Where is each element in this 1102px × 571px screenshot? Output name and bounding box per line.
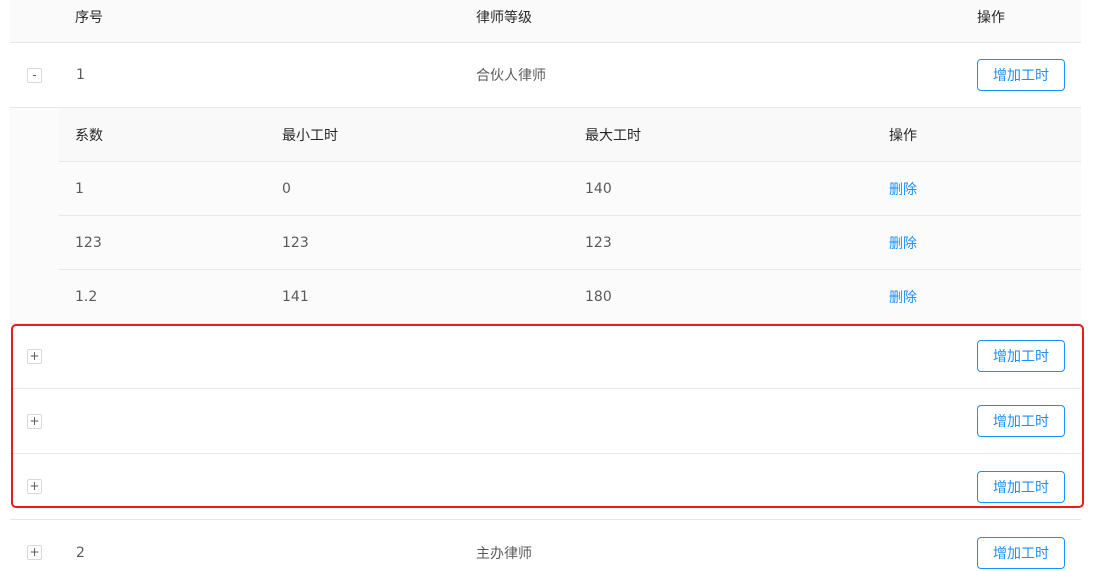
min-hours-value: 123 <box>282 234 309 251</box>
sub-header-action: 操作 <box>889 127 917 144</box>
header-index: 序号 <box>75 10 103 26</box>
sub-header-min-hours: 最小工时 <box>282 127 338 144</box>
row-level: 合伙人律师 <box>476 68 546 84</box>
row-index: 1 <box>76 67 85 83</box>
max-hours-value: 140 <box>585 180 612 197</box>
expanded-row-content: 系数 最小工时 最大工时 操作 1 0 140 删除 123 123 123 删… <box>10 108 1081 324</box>
expand-toggle-button[interactable]: + <box>27 413 42 429</box>
table-row: + 增加工时 <box>10 454 1081 520</box>
sub-table-row: 1.2 141 180 删除 <box>59 270 1081 324</box>
min-hours-value: 0 <box>282 180 291 197</box>
sub-table-row: 1 0 140 删除 <box>59 162 1081 216</box>
add-hours-button[interactable]: 增加工时 <box>977 340 1065 372</box>
table-row: + 2 主办律师 增加工时 <box>10 520 1081 571</box>
add-hours-button[interactable]: 增加工时 <box>977 405 1065 437</box>
header-level: 律师等级 <box>476 10 532 26</box>
max-hours-value: 123 <box>585 234 612 251</box>
coefficient-value: 123 <box>75 234 102 251</box>
sub-table-row: 123 123 123 删除 <box>59 216 1081 270</box>
max-hours-value: 180 <box>585 289 612 305</box>
table-row: + 增加工时 <box>10 324 1081 389</box>
expand-toggle-button[interactable]: + <box>27 545 42 560</box>
delete-link[interactable]: 删除 <box>889 179 917 199</box>
table-row: - 1 合伙人律师 增加工时 <box>10 43 1081 108</box>
coefficient-value: 1.2 <box>75 289 98 305</box>
add-hours-button[interactable]: 增加工时 <box>977 470 1065 503</box>
coefficient-value: 1 <box>75 180 84 197</box>
collapse-toggle-button[interactable]: - <box>27 67 42 83</box>
add-hours-button[interactable]: 增加工时 <box>977 59 1065 91</box>
sub-header-max-hours: 最大工时 <box>585 127 641 144</box>
table-header: 序号 律师等级 操作 <box>10 0 1081 43</box>
min-hours-value: 141 <box>282 289 309 305</box>
row-index: 2 <box>76 544 85 561</box>
expand-toggle-button[interactable]: + <box>27 479 42 494</box>
sub-table-header: 系数 最小工时 最大工时 操作 <box>59 108 1081 162</box>
table-row: + 增加工时 <box>10 389 1081 454</box>
add-hours-button[interactable]: 增加工时 <box>977 536 1065 569</box>
delete-link[interactable]: 删除 <box>889 233 917 253</box>
row-level: 主办律师 <box>476 545 532 562</box>
sub-header-coefficient: 系数 <box>75 127 103 144</box>
lawyer-level-table: 序号 律师等级 操作 - 1 合伙人律师 增加工时 系数 最小工时 最大工时 操… <box>10 0 1081 571</box>
hours-sub-table: 系数 最小工时 最大工时 操作 1 0 140 删除 123 123 123 删… <box>59 108 1081 324</box>
delete-link[interactable]: 删除 <box>889 287 917 307</box>
expand-toggle-button[interactable]: + <box>27 348 42 364</box>
header-action: 操作 <box>977 10 1005 26</box>
page: 序号 律师等级 操作 - 1 合伙人律师 增加工时 系数 最小工时 最大工时 操… <box>0 0 1102 571</box>
